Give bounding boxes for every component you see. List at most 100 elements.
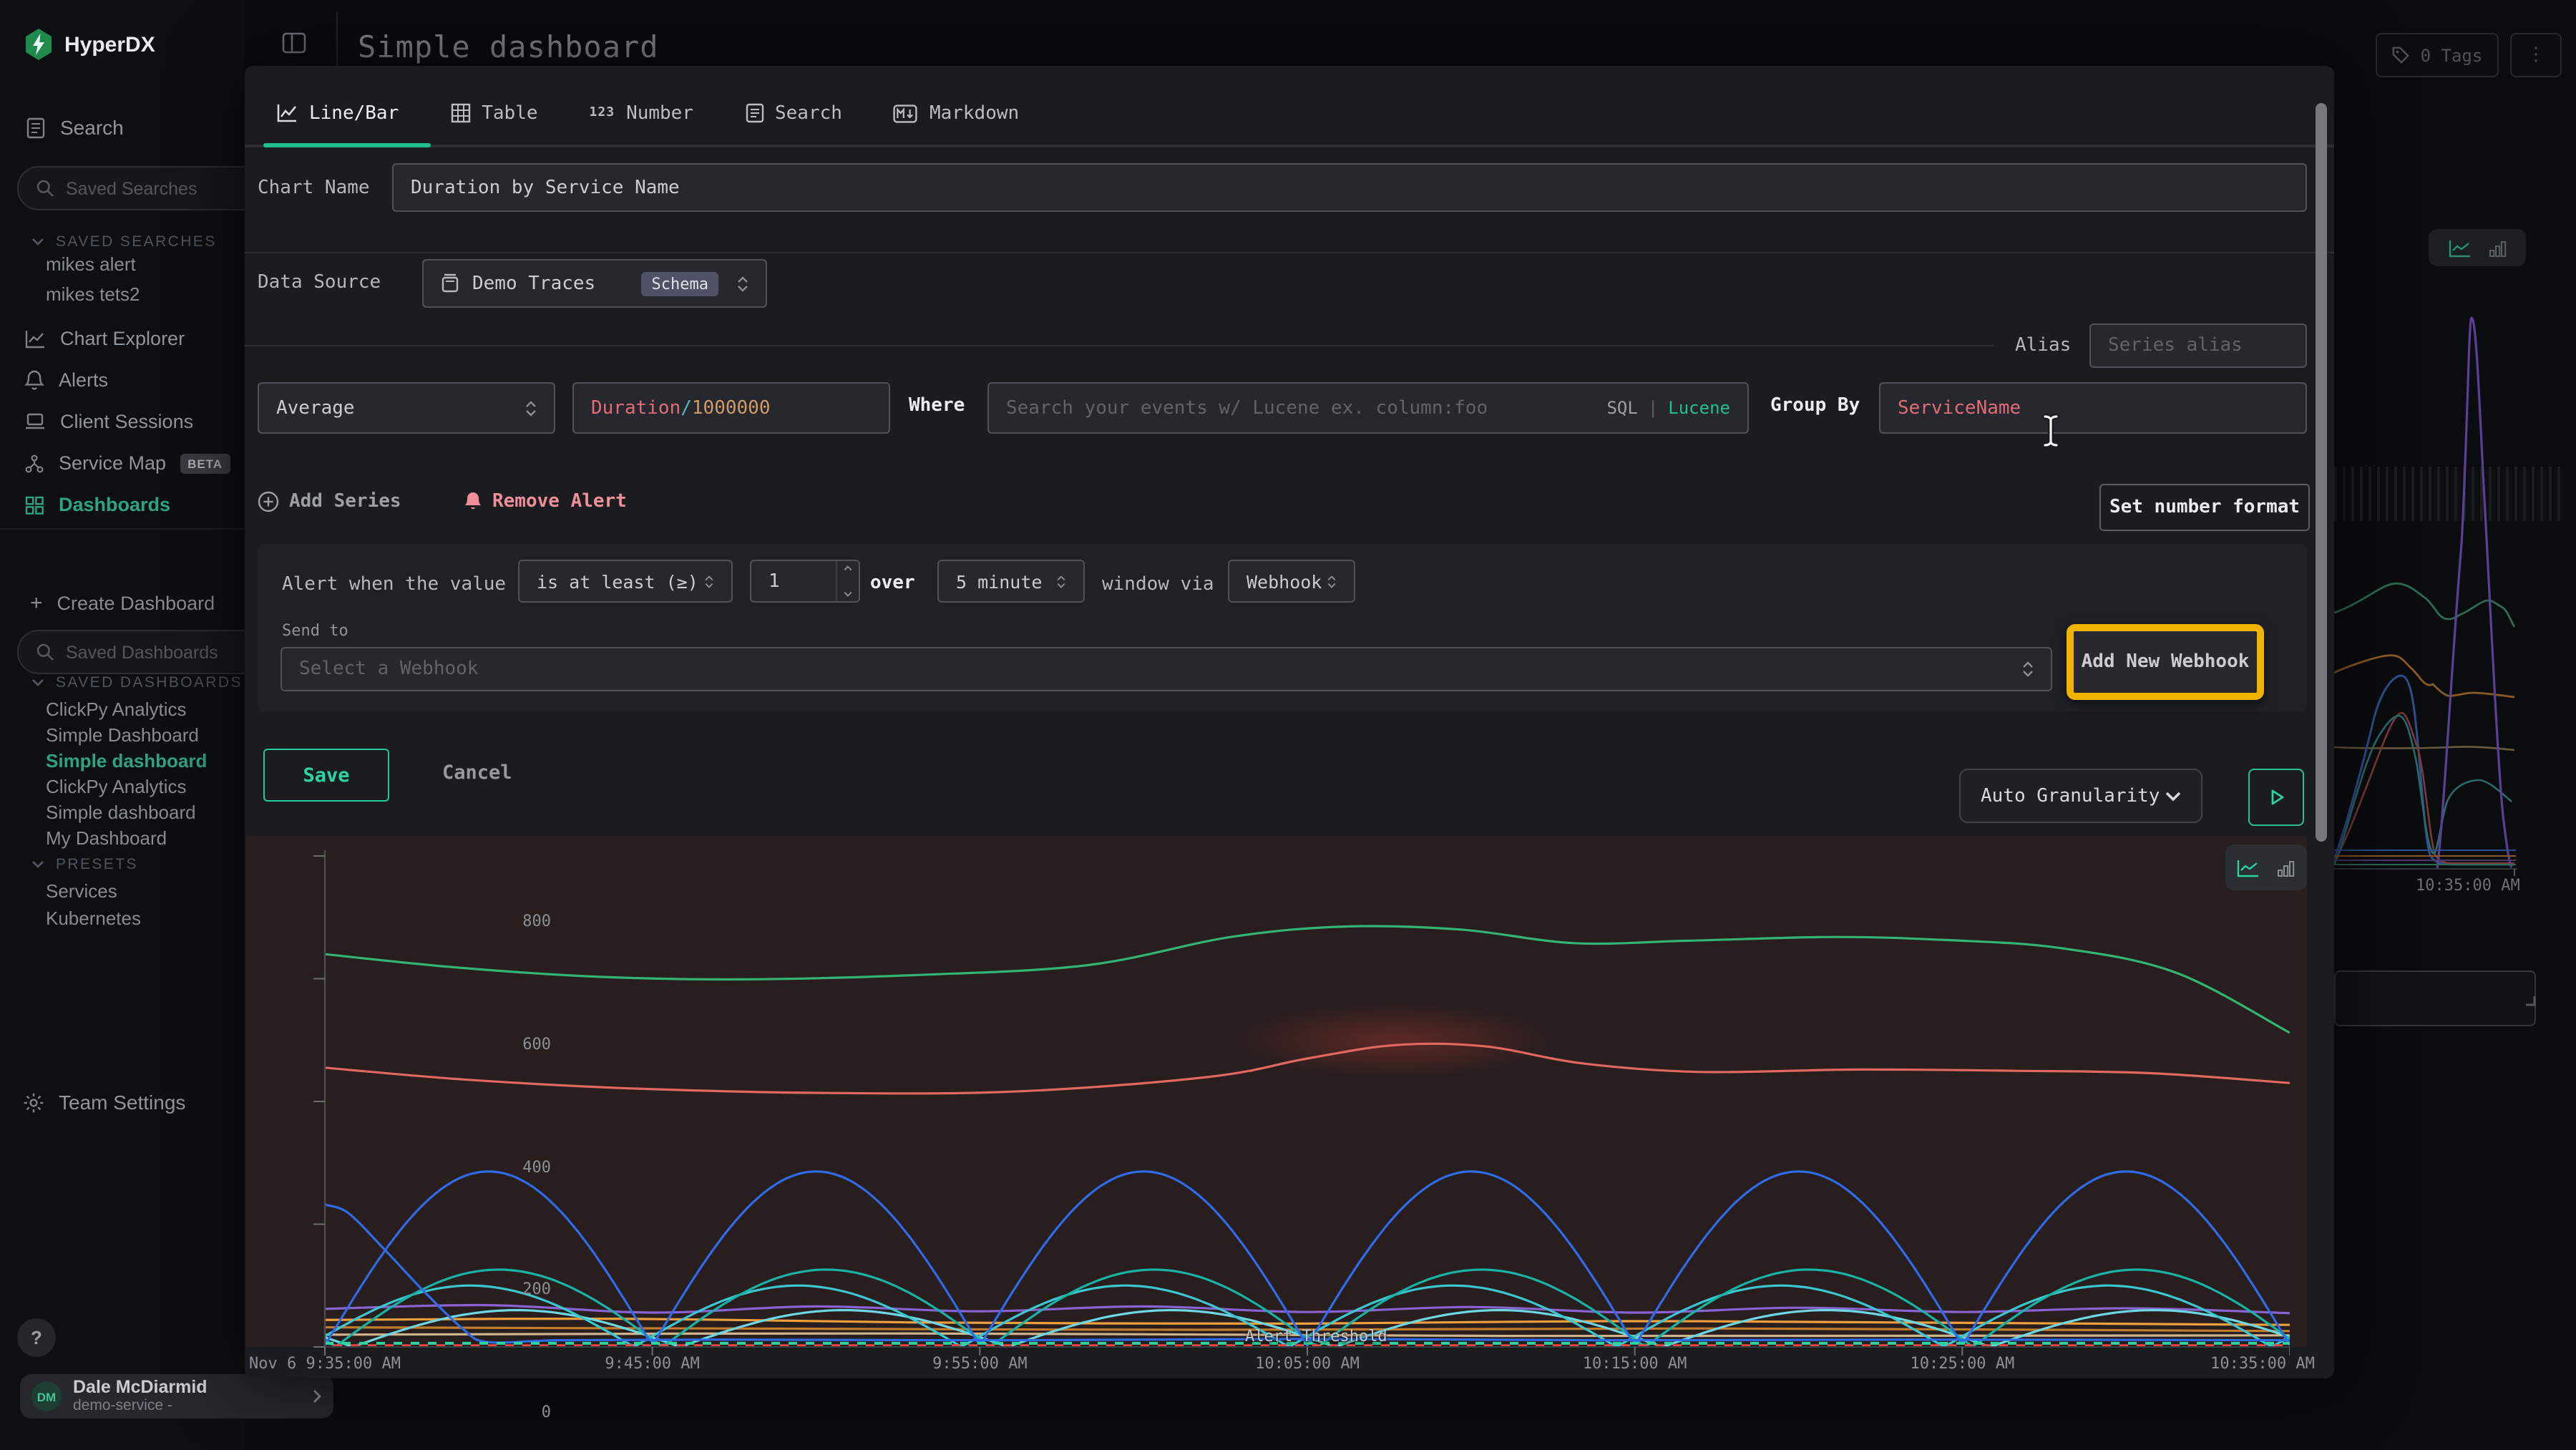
gear-icon	[23, 1091, 44, 1113]
saved-dashboard-item[interactable]: ClickPy Analytics	[46, 699, 187, 720]
remove-alert-button[interactable]: Remove Alert	[464, 491, 627, 512]
alert-window-select[interactable]: 5 minute	[937, 560, 1085, 603]
add-new-webhook-button[interactable]: Add New Webhook	[2074, 631, 2257, 693]
sidebar-item-team-settings[interactable]: Team Settings	[23, 1091, 185, 1114]
create-dashboard-button[interactable]: + Create Dashboard	[30, 593, 215, 614]
service-map-icon	[24, 453, 44, 473]
where-search-input[interactable]: Search your events w/ Lucene ex. column:…	[987, 382, 1749, 434]
sidebar-item-client-sessions[interactable]: Client Sessions	[24, 411, 193, 432]
search-doc-icon	[26, 117, 46, 138]
user-menu[interactable]: DM Dale McDiarmid demo-service -	[20, 1374, 333, 1419]
chart-name-input[interactable]: Duration by Service Name	[392, 163, 2307, 212]
query-language-toggle[interactable]: SQL | Lucene	[1606, 398, 1730, 418]
presets-heading[interactable]: PRESETS	[31, 856, 138, 873]
alert-threshold-input[interactable]: 1	[750, 560, 860, 603]
sidebar-item-chart-explorer[interactable]: Chart Explorer	[24, 328, 185, 349]
y-tick-label: 0	[488, 1403, 551, 1421]
database-icon	[441, 273, 459, 293]
avatar: DM	[31, 1381, 62, 1411]
sidebar-divider	[0, 528, 245, 530]
field-expression-input[interactable]: Duration/1000000	[572, 382, 890, 434]
schema-badge: Schema	[642, 271, 719, 296]
preset-item[interactable]: Services	[46, 880, 117, 902]
sidebar: HyperDX Search Saved Searches SAVED SEAR…	[0, 0, 245, 1450]
markdown-icon	[894, 104, 918, 122]
alert-condition-select[interactable]: is at least (≥)	[518, 560, 733, 603]
sidebar-item-search[interactable]: Search	[26, 116, 124, 139]
saved-searches-heading[interactable]: SAVED SEARCHES	[31, 233, 217, 250]
alias-input[interactable]: Series alias	[2089, 323, 2307, 368]
saved-search-item[interactable]: mikes tets2	[46, 283, 140, 305]
tab-bar-divider	[245, 145, 2334, 147]
tab-number[interactable]: 123 Number	[590, 102, 693, 124]
sidebar-item-alerts[interactable]: Alerts	[24, 369, 108, 391]
beta-badge: BETA	[180, 453, 230, 473]
cancel-button[interactable]: Cancel	[442, 762, 512, 784]
tab-line-bar[interactable]: Line/Bar	[276, 102, 399, 124]
number-spinner[interactable]	[836, 561, 859, 601]
user-subtitle: demo-service -	[73, 1397, 208, 1414]
set-number-format-button[interactable]: Set number format	[2099, 484, 2310, 531]
y-tick-label: 200	[488, 1280, 551, 1299]
group-by-input[interactable]: ServiceName	[1879, 382, 2307, 434]
saved-dashboards-placeholder: Saved Dashboards	[66, 642, 218, 662]
tab-bar: Line/Bar Table 123 Number Search	[276, 83, 1019, 143]
tab-table[interactable]: Table	[450, 102, 537, 124]
granularity-select[interactable]: Auto Granularity	[1959, 769, 2202, 823]
section-divider	[245, 252, 2334, 253]
saved-search-item[interactable]: mikes alert	[46, 253, 136, 275]
preset-item[interactable]: Kubernetes	[46, 908, 141, 929]
run-chart-button[interactable]	[2248, 769, 2304, 826]
send-to-label: Send to	[282, 621, 348, 640]
resize-handle-icon[interactable]	[2522, 992, 2536, 1006]
x-tick-label: Nov 6 9:35:00 AM	[218, 1354, 432, 1373]
group-by-label: Group By	[1770, 395, 1860, 417]
brand-logo[interactable]: HyperDX	[24, 29, 155, 60]
saved-dashboard-item[interactable]: Simple dashboard	[46, 802, 196, 823]
data-source-select[interactable]: Demo Traces Schema	[422, 259, 767, 308]
saved-dashboard-item[interactable]: Simple Dashboard	[46, 724, 199, 746]
spinner-down-icon[interactable]	[843, 591, 853, 597]
x-tick-label: 9:55:00 AM	[872, 1354, 1087, 1373]
chart-type-toggle[interactable]	[2225, 845, 2307, 890]
select-chevrons-icon	[1327, 575, 1337, 588]
saved-dashboard-item[interactable]: ClickPy Analytics	[46, 776, 187, 797]
alias-divider	[245, 345, 1994, 346]
saved-dashboards-heading[interactable]: SAVED DASHBOARDS	[31, 674, 243, 691]
chevron-down-icon	[31, 238, 44, 246]
sidebar-collapse-button[interactable]	[280, 30, 309, 57]
active-tab-underline	[263, 143, 431, 147]
chart-explorer-icon	[24, 329, 46, 349]
chevron-down-icon	[2165, 791, 2181, 801]
plus-circle-icon	[258, 491, 279, 512]
webhook-select[interactable]: Select a Webhook	[280, 647, 2052, 691]
help-button[interactable]: ?	[17, 1318, 56, 1357]
alert-channel-select[interactable]: Webhook	[1228, 560, 1355, 603]
tab-search[interactable]: Search	[745, 102, 842, 124]
x-tick-label: 10:35:00 AM	[2155, 1354, 2370, 1373]
select-chevrons-icon	[737, 276, 748, 291]
sidebar-item-service-map[interactable]: Service Map BETA	[24, 452, 230, 474]
saved-dashboard-item-active[interactable]: Simple dashboard	[46, 750, 207, 772]
background-input-box[interactable]	[2334, 970, 2536, 1026]
x-tick-label: 10:15:00 AM	[1528, 1354, 1742, 1373]
search-icon	[36, 179, 54, 198]
chart-editor-modal: Line/Bar Table 123 Number Search	[245, 66, 2334, 1378]
sidebar-item-dashboards[interactable]: Dashboards	[24, 494, 170, 515]
add-series-button[interactable]: Add Series	[258, 491, 401, 512]
spinner-up-icon[interactable]	[843, 565, 853, 571]
save-button[interactable]: Save	[263, 749, 389, 802]
modal-scrollbar[interactable]	[2316, 103, 2327, 842]
series-service-orange	[325, 1318, 2290, 1325]
chevron-down-icon	[31, 860, 44, 869]
saved-dashboard-item[interactable]: My Dashboard	[46, 827, 167, 849]
x-tick-label: 10:05:00 AM	[1200, 1354, 1415, 1373]
search-icon	[36, 643, 54, 661]
aggregation-select[interactable]: Average	[258, 382, 555, 434]
select-chevrons-icon	[1056, 575, 1066, 588]
background-dashboard-strip: 10:35:00 AM	[2334, 0, 2576, 1450]
tab-markdown[interactable]: Markdown	[894, 102, 1019, 124]
line-chart-icon	[276, 103, 298, 123]
select-chevrons-icon	[2022, 661, 2034, 677]
add-webhook-highlight-ring: Add New Webhook	[2067, 624, 2264, 700]
